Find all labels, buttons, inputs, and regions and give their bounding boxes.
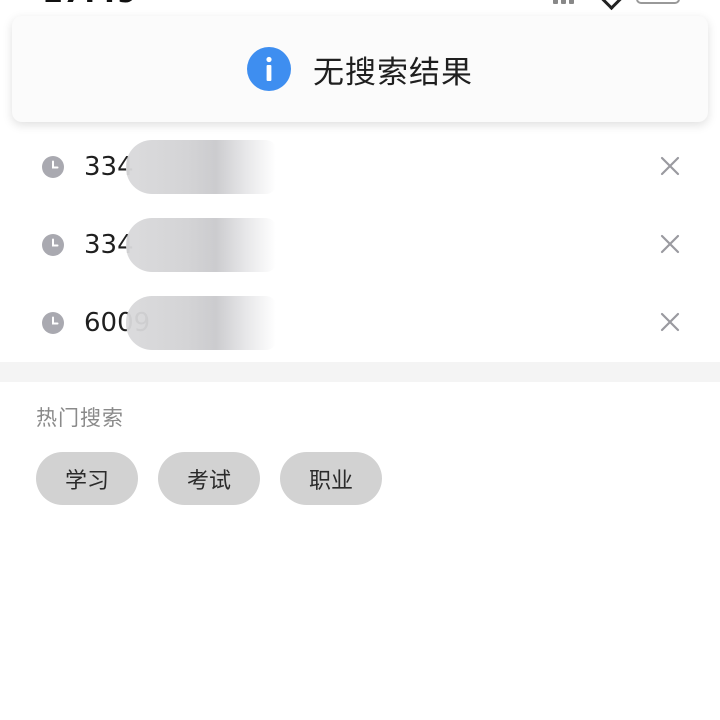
redaction-blur [126, 140, 276, 194]
section-divider [0, 362, 720, 382]
delete-icon[interactable] [658, 154, 682, 178]
hot-search-tags: 学习 考试 职业 [36, 452, 382, 505]
no-results-toast: 无搜索结果 [12, 16, 708, 122]
clock-icon [42, 234, 64, 256]
hot-tag-exam[interactable]: 考试 [158, 452, 260, 505]
status-time: 17:49 ✓ [42, 0, 173, 8]
delete-icon[interactable] [658, 310, 682, 334]
delete-icon[interactable] [658, 232, 682, 256]
info-icon [247, 47, 291, 91]
search-history-list: 334 334 6009 [0, 128, 720, 362]
wifi-icon [600, 0, 623, 11]
battery-icon [636, 0, 680, 4]
toast-message: 无搜索结果 [313, 54, 473, 91]
clock-icon [42, 312, 64, 334]
search-screen: 17:49 ✓ 无搜索结果 334 [0, 0, 720, 720]
signal-icon [553, 0, 574, 4]
history-item[interactable]: 334 [0, 128, 720, 206]
hot-tag-career[interactable]: 职业 [280, 452, 382, 505]
hot-search-title: 热门搜索 [36, 406, 124, 430]
status-bar: 17:49 ✓ [0, 0, 720, 11]
history-item[interactable]: 334 [0, 206, 720, 284]
clock-icon [42, 156, 64, 178]
redaction-blur [126, 296, 276, 350]
history-item[interactable]: 6009 [0, 284, 720, 362]
redaction-blur [126, 218, 276, 272]
hot-tag-study[interactable]: 学习 [36, 452, 138, 505]
